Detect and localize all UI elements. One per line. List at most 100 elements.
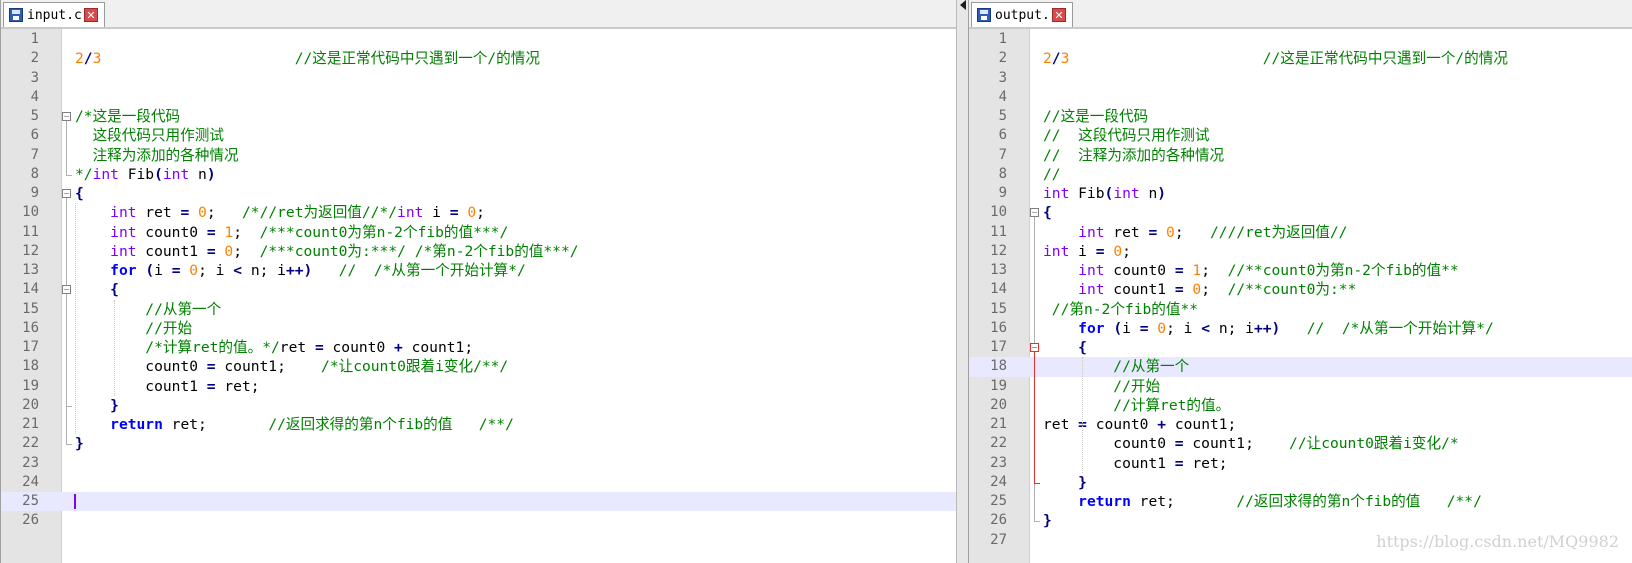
code-line[interactable]: 24 } [969,473,1632,492]
line-number: 5 [30,108,39,124]
code-line[interactable]: 19 //开始 [969,377,1632,396]
code-token: 0 [1157,319,1167,337]
code-line[interactable]: 11 int count0 = 1; /***count0为第n-2个fib的值… [1,223,957,242]
line-number: 8 [30,165,39,182]
code-line[interactable]: 20 } [1,396,957,415]
code-token: = [1174,262,1184,279]
line-number: 18 [22,358,39,375]
code-line[interactable]: 6 // 这段代码只用作测试 [969,126,1632,145]
left-code-editor[interactable]: 1 2 2/3 //这是正常代码中只遇到一个/的情况 3 4 5/*这是一段代码 6 这段代… [1,29,957,563]
code-line[interactable]: 2 2/3 //这是正常代码中只遇到一个/的情况 [1,49,957,68]
code-line[interactable]: 13 for (i = 0; i < n; i++) // /*从第一个开始计算… [1,261,957,280]
code-line[interactable]: 24 [1,473,957,492]
code-token: count0 [75,358,207,376]
code-line[interactable]: 15 //第n-2个fib的值** [969,300,1632,319]
code-line[interactable]: 25 return ret; //返回求得的第n个fib的值 /**/ [969,492,1632,511]
code-token: /*计算ret的值。*/ [145,339,280,356]
code-line[interactable]: 16 //开始 [1,319,957,338]
close-icon[interactable]: ✕ [84,8,98,22]
code-token: i [1122,319,1140,337]
code-line[interactable]: 1 [969,30,1632,49]
code-line[interactable]: 3 [1,69,957,88]
code-line[interactable]: 3 [969,69,1632,88]
code-line[interactable]: 23 [1,454,957,473]
close-icon[interactable]: ✕ [1052,8,1066,22]
code-token: ret [1104,223,1149,241]
code-token: Fib [1069,185,1105,202]
code-line[interactable]: 12 int i = 0; [969,242,1632,261]
code-token: int [92,165,119,183]
code-line[interactable]: 9{ [1,184,957,203]
code-line[interactable]: 14 { [1,280,957,299]
code-line[interactable]: 4 [969,88,1632,107]
code-line[interactable]: 21 return ret; //返回求得的第n个fib的值 /**/ [1,415,957,434]
tab-output-c[interactable]: output.c ✕ [971,2,1073,27]
code-area[interactable]: 1 2 2/3 //这是正常代码中只遇到一个/的情况 3 4 5/*这是一段代码 6 这段代… [1,29,957,563]
code-line[interactable]: 17 /*计算ret的值。*/ret = count0 + count1; [1,338,957,357]
fold-toggle-icon[interactable]: − [62,112,71,121]
code-token: int [1113,185,1140,202]
fold-toggle-icon[interactable]: − [62,285,71,295]
code-text: return ret; //返回求得的第n个fib的值 /**/ [1043,492,1482,511]
code-line[interactable]: 21 ret = count0 + count1; [969,415,1632,434]
code-line[interactable]: 5 //这是一段代码 [969,107,1632,126]
code-text: //开始 [1043,377,1160,396]
code-token: ( [154,165,163,183]
code-line[interactable]: 7 注释为添加的各种情况 [1,146,957,165]
code-line[interactable]: 19 count1 = ret; [1,377,957,396]
code-line[interactable]: 5 /*这是一段代码 [1,107,957,126]
code-line[interactable]: 23 count1 = ret; [969,454,1632,473]
code-area[interactable]: 1 2 2/3 //这是正常代码中只遇到一个/的情况 3 4 5//这是一段代码 6// 这… [969,29,1632,563]
code-line[interactable]: 6 这段代码只用作测试 [1,126,957,145]
code-token: ; [1174,223,1210,241]
splitter-arrow-icon[interactable] [960,0,966,10]
fold-toggle-icon[interactable]: − [62,189,71,198]
code-line[interactable]: 1 [1,30,957,49]
code-token: //返回求得的第n个fib的值 /**/ [1236,493,1482,510]
fold-toggle-icon[interactable]: − [1030,343,1039,352]
code-line[interactable]: 18 //从第一个 [969,357,1632,377]
code-line[interactable]: 14 int count1 = 0; //**count0为:** [969,280,1632,299]
line-number: 16 [990,319,1007,336]
code-line[interactable]: 7 // 注释为添加的各种情况 [969,146,1632,165]
code-line[interactable]: 17 { [969,338,1632,357]
code-line[interactable]: 11 int ret = 0; ////ret为返回值// [969,223,1632,242]
line-number: 2 [998,50,1007,67]
code-token: // 注释为添加的各种情况 [1043,146,1225,164]
code-line[interactable]: 20 //计算ret的值。 [969,396,1632,415]
code-line[interactable]: 26} [969,511,1632,530]
code-line[interactable]: 18 count0 = count1; /*让count0跟着i变化/**/ [1,357,957,376]
code-line[interactable]: 15 //从第一个 [1,300,957,319]
code-line[interactable]: 9 int Fib(int n) [969,184,1632,203]
code-line[interactable]: 26 [1,511,957,530]
code-text: { [1043,203,1052,222]
code-token: ; [1201,281,1228,299]
code-token: count1 [1104,281,1175,299]
code-text: int i = 0; [1043,242,1131,261]
code-line[interactable]: 8 // [969,165,1632,184]
code-line[interactable]: 25 [1,492,957,512]
code-line[interactable]: 12 int count1 = 0; /***count0为:***/ /*第n… [1,242,957,261]
line-number: 11 [990,223,1007,240]
right-code-editor[interactable]: 1 2 2/3 //这是正常代码中只遇到一个/的情况 3 4 5//这是一段代码 6// 这… [969,29,1632,563]
code-line[interactable]: 10 int ret = 0; /*//ret为返回值//*/int i = 0… [1,203,957,222]
fold-toggle-icon[interactable]: − [1030,208,1039,218]
code-line[interactable]: 16 for (i = 0; i < n; i++) // /*从第一个开始计算… [969,319,1632,338]
tab-input-c[interactable]: input.c ✕ [3,2,105,27]
code-line[interactable]: 2 2/3 //这是正常代码中只遇到一个/的情况 [969,49,1632,68]
code-line[interactable]: 22 count0 = count1; //让count0跟着i变化/* [969,434,1632,453]
code-token: + [394,339,403,356]
code-line[interactable]: 22} [1,434,957,453]
code-text: //从第一个 [1043,357,1189,376]
code-line[interactable]: 8 */int Fib(int n) [1,165,957,184]
code-line[interactable]: 4 [1,88,957,107]
code-line[interactable]: 10 { [969,203,1632,222]
code-line[interactable]: 13 int count0 = 1; //**count0为第n-2个fib的值… [969,261,1632,280]
code-token: ; [1201,262,1228,279]
code-token: n; i [1210,319,1254,337]
